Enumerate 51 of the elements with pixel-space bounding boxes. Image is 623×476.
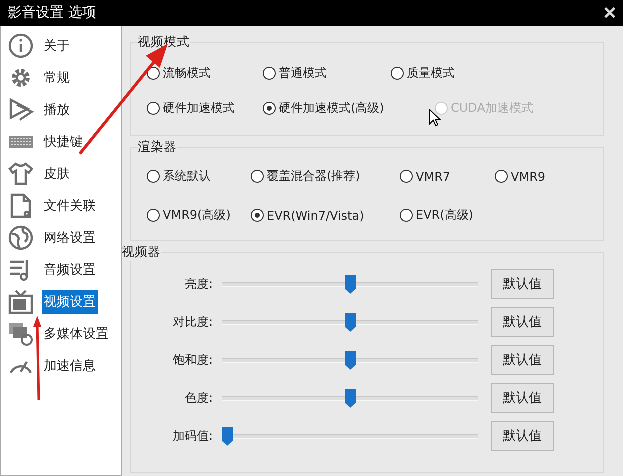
stack-icon xyxy=(8,321,34,347)
default-button[interactable]: 默认值 xyxy=(491,269,554,299)
radio-button[interactable]: EVR(Win7/Vista) xyxy=(251,208,400,222)
slider-label: 色度: xyxy=(184,390,213,406)
slider-thumb[interactable] xyxy=(222,426,233,446)
sidebar-item[interactable]: 多媒体设置 xyxy=(42,322,111,346)
sidebar-item[interactable]: 文件关联 xyxy=(42,194,98,218)
sidebar-item[interactable]: 加速信息 xyxy=(42,354,98,378)
mouse-cursor-icon xyxy=(429,109,441,127)
radio-button[interactable]: VMR9(高级) xyxy=(147,207,251,224)
slider-thumb[interactable] xyxy=(344,388,356,408)
sidebar-item[interactable]: 常规 xyxy=(42,66,72,90)
radio-button[interactable]: 流畅模式 xyxy=(147,65,263,82)
sidebar-item[interactable]: 快捷键 xyxy=(42,130,85,154)
slider-thumb[interactable] xyxy=(344,312,356,332)
radio-button[interactable]: EVR(高级) xyxy=(400,207,495,224)
sidebar-item[interactable]: 关于 xyxy=(42,34,72,58)
radio-button[interactable]: 覆盖混合器(推荐) xyxy=(251,168,400,185)
sidebar-item[interactable]: 音频设置 xyxy=(42,258,98,282)
slider-thumb[interactable] xyxy=(344,350,356,370)
slider-thumb[interactable] xyxy=(344,274,356,294)
radio-button[interactable]: VMR9 xyxy=(495,170,603,184)
default-button[interactable]: 默认值 xyxy=(491,345,554,375)
close-button[interactable]: ✕ xyxy=(601,2,619,24)
sidebar-item[interactable]: 视频设置 xyxy=(42,290,98,314)
sidebar-item[interactable]: 网络设置 xyxy=(42,226,98,250)
slider-label: 对比度: xyxy=(172,314,213,330)
slider-label: 亮度: xyxy=(184,276,213,292)
sidebar-item[interactable]: 播放 xyxy=(42,98,72,122)
play-icon xyxy=(8,97,34,123)
group-title: 视频模式 xyxy=(138,34,190,51)
shirt-icon xyxy=(8,161,34,187)
group-title: 视频器 xyxy=(122,244,161,261)
tv-icon xyxy=(8,289,34,315)
slider-label: 加码值: xyxy=(172,428,213,444)
info-icon xyxy=(8,33,34,59)
default-button[interactable]: 默认值 xyxy=(491,421,554,451)
radio-button[interactable]: 硬件加速模式 xyxy=(147,100,263,117)
radio-button[interactable]: 质量模式 xyxy=(391,65,603,82)
group-title: 渲染器 xyxy=(138,139,177,156)
default-button[interactable]: 默认值 xyxy=(491,307,554,337)
file-icon xyxy=(8,193,34,219)
globe-icon xyxy=(8,225,34,251)
sidebar-item[interactable]: 皮肤 xyxy=(42,162,72,186)
window-title: 影音设置 选项 xyxy=(8,4,96,22)
radio-button[interactable]: 硬件加速模式(高级) xyxy=(263,100,391,117)
slider-label: 饱和度: xyxy=(172,352,213,368)
radio-button[interactable]: VMR7 xyxy=(400,170,495,184)
radio-button[interactable]: 普通模式 xyxy=(263,65,391,82)
radio-button[interactable]: 系统默认 xyxy=(147,168,251,185)
default-button[interactable]: 默认值 xyxy=(491,383,554,413)
